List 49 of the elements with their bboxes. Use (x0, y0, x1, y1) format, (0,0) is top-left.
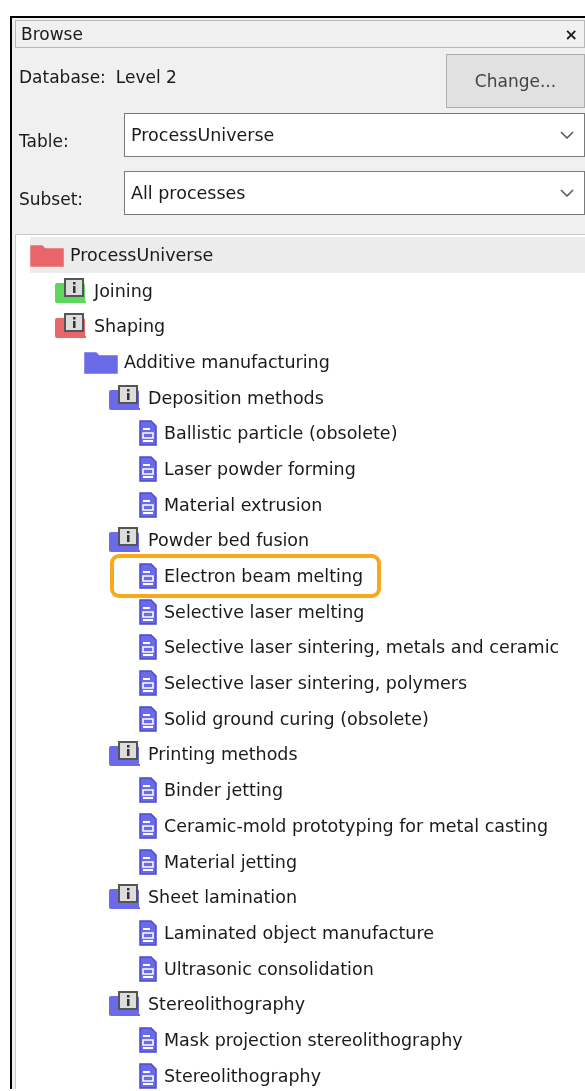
tree-item[interactable]: Solid ground curing (obsolete) (138, 700, 585, 737)
tree-item[interactable]: Powder bed fusion (108, 522, 585, 559)
tree-item[interactable]: Material jetting (138, 843, 585, 880)
tree-item[interactable]: Selective laser sintering, metals and ceramic (138, 629, 585, 666)
tree-item[interactable]: Selective laser melting (138, 593, 585, 630)
tree-item[interactable]: Stereolithography (138, 1057, 585, 1089)
tree-item[interactable]: Ballistic particle (obsolete) (138, 415, 585, 452)
document-icon (138, 1026, 158, 1053)
database-value: Level 2 (115, 67, 177, 87)
document-icon (138, 420, 158, 447)
dropdown[interactable]: ProcessUniverse (124, 113, 585, 157)
document-icon (138, 455, 158, 482)
document-icon (138, 777, 158, 804)
tree-item[interactable]: Additive manufacturing (84, 344, 585, 380)
tree-item[interactable]: Ultrasonic consolidation (138, 950, 585, 987)
tree-item[interactable]: Laminated object manufacture (138, 915, 585, 951)
chevron-down-icon (560, 131, 574, 139)
tree-item[interactable]: Sheet lamination (108, 879, 585, 916)
tree-item[interactable]: Selective laser sintering, polymers (138, 665, 585, 701)
document-icon (138, 919, 158, 946)
document-icon (138, 955, 158, 982)
database-label: Database: (19, 67, 106, 87)
document-icon (138, 705, 158, 732)
tree-item[interactable]: Stereolithography (108, 986, 585, 1023)
document-icon (138, 634, 158, 661)
change-button[interactable]: Change... (446, 54, 585, 108)
dropdown[interactable]: All processes (124, 171, 585, 215)
tree-item[interactable]: Mask projection stereolithography (138, 1022, 585, 1058)
tree-item[interactable]: Printing methods (108, 736, 585, 773)
document-icon (138, 670, 158, 697)
document-icon (138, 848, 158, 875)
panel-title: Browse (21, 24, 83, 44)
document-icon (138, 598, 158, 625)
tree-item[interactable]: Material extrusion (138, 486, 585, 523)
tree-item[interactable]: Ceramic-mold prototyping for metal casting (138, 808, 585, 844)
tree-item[interactable]: Binder jetting (138, 772, 585, 808)
tree-item[interactable]: ProcessUniverse (30, 237, 585, 273)
document-icon (138, 563, 158, 590)
tree-item[interactable]: Electron beam melting (138, 558, 364, 594)
tree-item[interactable]: Laser powder forming (138, 451, 585, 487)
chevron-down-icon (560, 189, 574, 197)
field-label: Subset: (19, 189, 85, 209)
close-button[interactable]: × (564, 24, 578, 44)
document-icon (138, 812, 158, 839)
field-label: Table: (19, 131, 70, 151)
tree-item[interactable]: Deposition methods (108, 379, 585, 416)
tree-item[interactable]: Joining (54, 272, 585, 309)
document-icon (138, 491, 158, 518)
tree-item[interactable]: Shaping (54, 308, 585, 345)
